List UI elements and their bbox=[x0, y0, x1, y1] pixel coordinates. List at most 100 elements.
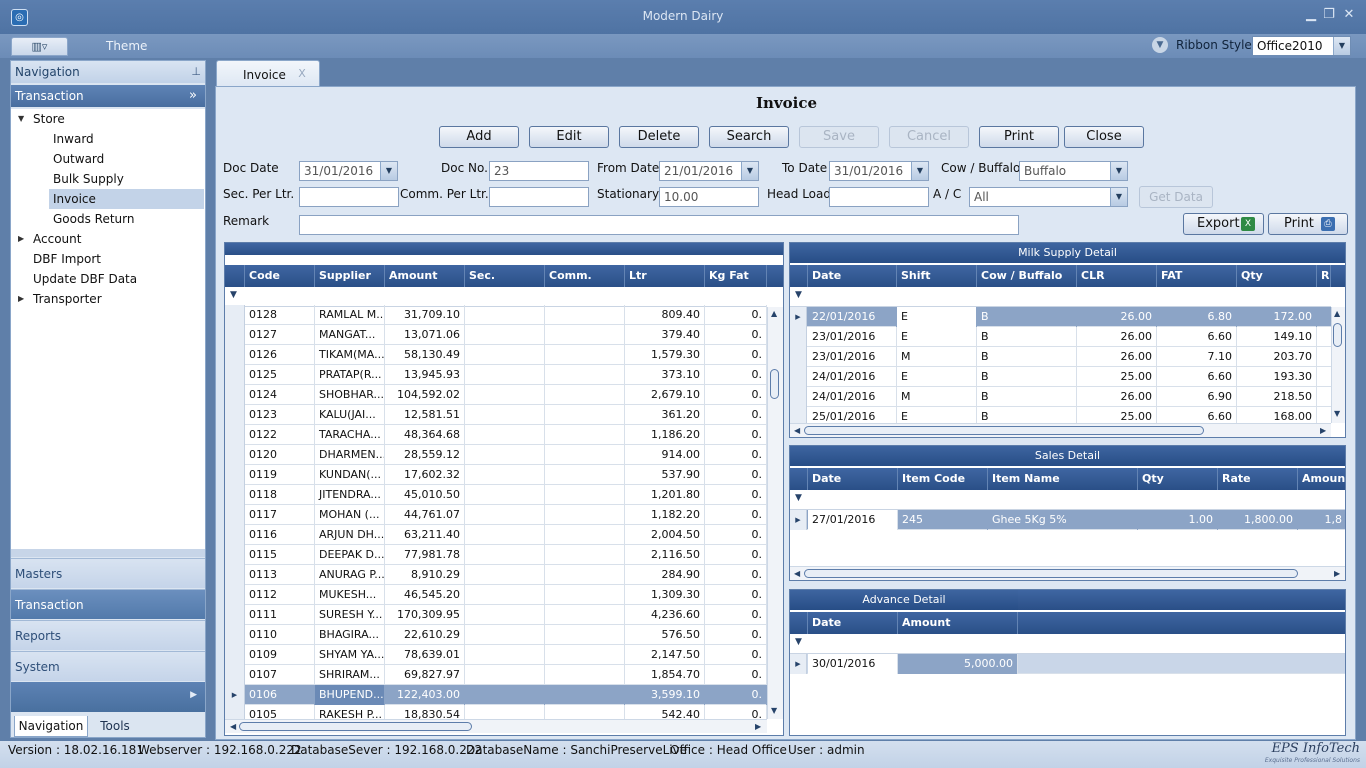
cell-fat[interactable]: 7.10 bbox=[1157, 347, 1237, 367]
col-item-code[interactable]: Item Code bbox=[898, 468, 988, 490]
cell-clr[interactable]: 26.00 bbox=[1077, 387, 1157, 407]
export-button[interactable]: Export X bbox=[1183, 213, 1264, 235]
cell-kg-fat[interactable]: 0. bbox=[705, 585, 767, 605]
cell-qty[interactable]: 203.70 bbox=[1237, 347, 1317, 367]
calendar-dropdown-icon[interactable]: ▼ bbox=[911, 162, 928, 180]
cell-code[interactable]: 0122 bbox=[245, 425, 315, 445]
filter-icon[interactable]: ▼ bbox=[795, 493, 802, 503]
comm-per-ltr-input[interactable] bbox=[489, 187, 589, 207]
tree-node-bulk-supply[interactable]: Bulk Supply bbox=[53, 169, 124, 189]
cell-comm[interactable] bbox=[545, 325, 625, 345]
delete-button[interactable]: Delete bbox=[619, 126, 699, 148]
cell-supplier[interactable]: BHUPEND... bbox=[315, 685, 385, 705]
cell-comm[interactable] bbox=[545, 605, 625, 625]
cell-sec[interactable] bbox=[465, 665, 545, 685]
cell-amount[interactable]: 48,364.68 bbox=[385, 425, 465, 445]
col-kg-fat[interactable]: Kg Fat bbox=[705, 265, 767, 287]
cell-kg-fat[interactable]: 0. bbox=[705, 665, 767, 685]
cell-sec[interactable] bbox=[465, 305, 545, 325]
cell-supplier[interactable]: RAMLAL M... bbox=[315, 305, 385, 325]
cell-ltr[interactable]: 1,201.80 bbox=[625, 485, 705, 505]
cell-clr[interactable]: 25.00 bbox=[1077, 367, 1157, 387]
scroll-thumb[interactable] bbox=[804, 569, 1298, 578]
scroll-right-icon[interactable]: ▶ bbox=[755, 722, 761, 731]
ribbon-style-select[interactable]: Office2010 ▼ bbox=[1252, 36, 1351, 56]
table-row[interactable]: 0107 SHRIRAM... 69,827.97 1,854.70 0. bbox=[225, 665, 767, 685]
cell-ltr[interactable]: 284.90 bbox=[625, 565, 705, 585]
filter-row[interactable]: ▼ bbox=[790, 634, 1345, 654]
close-icon[interactable]: ✕ bbox=[1340, 6, 1358, 24]
nav-splitter[interactable] bbox=[11, 549, 205, 557]
col-date[interactable]: Date bbox=[808, 468, 898, 490]
nav-group-reports[interactable]: Reports bbox=[11, 620, 205, 650]
cell-supplier[interactable]: ARJUN DH... bbox=[315, 525, 385, 545]
col-shift[interactable]: Shift bbox=[897, 265, 977, 287]
filter-icon[interactable]: ▼ bbox=[795, 637, 802, 647]
tree-node-account[interactable]: ▶ Account bbox=[18, 229, 81, 249]
tree-node-store[interactable]: ▼ Store bbox=[18, 109, 65, 129]
tree-node-invoice[interactable]: Invoice bbox=[49, 189, 204, 209]
table-row[interactable]: 0117 MOHAN (... 44,761.07 1,182.20 0. bbox=[225, 505, 767, 525]
cell-supplier[interactable]: TIKAM(MA... bbox=[315, 345, 385, 365]
cell-ltr[interactable]: 2,147.50 bbox=[625, 645, 705, 665]
table-row[interactable]: 0116 ARJUN DH... 63,211.40 2,004.50 0. bbox=[225, 525, 767, 545]
cell-ltr[interactable]: 1,854.70 bbox=[625, 665, 705, 685]
doc-no-input[interactable]: 23 bbox=[489, 161, 589, 181]
cell-amount[interactable]: 12,581.51 bbox=[385, 405, 465, 425]
col-ltr[interactable]: Ltr bbox=[625, 265, 705, 287]
save-button[interactable]: Save bbox=[799, 126, 879, 148]
cell-supplier[interactable]: MOHAN (... bbox=[315, 505, 385, 525]
cell-ltr[interactable]: 373.10 bbox=[625, 365, 705, 385]
cell-date[interactable]: 23/01/2016 bbox=[808, 327, 897, 347]
nav-group-system[interactable]: System bbox=[11, 651, 205, 681]
cell-amount[interactable]: 8,910.29 bbox=[385, 565, 465, 585]
scroll-left-icon[interactable]: ◀ bbox=[794, 569, 800, 578]
cell-ltr[interactable]: 3,599.10 bbox=[625, 685, 705, 705]
col-code[interactable]: Code bbox=[245, 265, 315, 287]
table-row[interactable]: ▶ 30/01/2016 5,000.00 bbox=[790, 654, 1345, 674]
vertical-scrollbar[interactable]: ▲ ▼ bbox=[767, 307, 783, 719]
scroll-thumb[interactable] bbox=[770, 369, 779, 399]
cell-amount[interactable]: 63,211.40 bbox=[385, 525, 465, 545]
cell-amount[interactable]: 1,8 bbox=[1298, 510, 1345, 530]
table-row[interactable]: 0128 RAMLAL M... 31,709.10 809.40 0. bbox=[225, 305, 767, 325]
cell-date[interactable]: 23/01/2016 bbox=[808, 347, 897, 367]
remark-input[interactable] bbox=[299, 215, 1019, 235]
cell-comm[interactable] bbox=[545, 385, 625, 405]
table-row[interactable]: 0109 SHYAM YA... 78,639.01 2,147.50 0. bbox=[225, 645, 767, 665]
get-data-button[interactable]: Get Data bbox=[1139, 186, 1213, 208]
col-supplier[interactable]: Supplier bbox=[315, 265, 385, 287]
cell-sec[interactable] bbox=[465, 365, 545, 385]
cell-ltr[interactable]: 1,186.20 bbox=[625, 425, 705, 445]
cell-kg-fat[interactable]: 0. bbox=[705, 325, 767, 345]
doc-date-picker[interactable]: 31/01/2016 ▼ bbox=[299, 161, 398, 181]
cell-kg-fat[interactable]: 0. bbox=[705, 645, 767, 665]
cell-sec[interactable] bbox=[465, 325, 545, 345]
cell-comm[interactable] bbox=[545, 365, 625, 385]
expand-triangle-icon[interactable]: ▼ bbox=[18, 109, 24, 129]
cell-date[interactable]: 22/01/2016 bbox=[808, 307, 897, 327]
cell-clr[interactable]: 26.00 bbox=[1077, 347, 1157, 367]
cell-code[interactable]: 0127 bbox=[245, 325, 315, 345]
cell-sec[interactable] bbox=[465, 525, 545, 545]
scroll-thumb[interactable] bbox=[804, 426, 1204, 435]
tab-theme[interactable]: Theme bbox=[106, 39, 147, 53]
cell-qty[interactable]: 172.00 bbox=[1237, 307, 1317, 327]
table-row[interactable]: 23/01/2016 E B 26.00 6.60 149.10 bbox=[790, 327, 1331, 347]
cell-clr[interactable]: 26.00 bbox=[1077, 307, 1157, 327]
cell-supplier[interactable]: SURESH Y... bbox=[315, 605, 385, 625]
col-item-name[interactable]: Item Name bbox=[988, 468, 1138, 490]
table-row[interactable]: ▶ 22/01/2016 E B 26.00 6.80 172.00 bbox=[790, 307, 1331, 327]
calendar-dropdown-icon[interactable]: ▼ bbox=[741, 162, 758, 180]
cell-kg-fat[interactable]: 0. bbox=[705, 565, 767, 585]
cell-supplier[interactable]: MANGAT... bbox=[315, 325, 385, 345]
scroll-left-icon[interactable]: ◀ bbox=[230, 722, 236, 731]
cell-supplier[interactable]: BHAGIRA... bbox=[315, 625, 385, 645]
cell-code[interactable]: 0109 bbox=[245, 645, 315, 665]
calendar-dropdown-icon[interactable]: ▼ bbox=[380, 162, 397, 180]
cell-ltr[interactable]: 4,236.60 bbox=[625, 605, 705, 625]
cell-supplier[interactable]: KUNDAN(... bbox=[315, 465, 385, 485]
head-load-input[interactable] bbox=[829, 187, 929, 207]
cell-comm[interactable] bbox=[545, 465, 625, 485]
cell-qty[interactable]: 193.30 bbox=[1237, 367, 1317, 387]
